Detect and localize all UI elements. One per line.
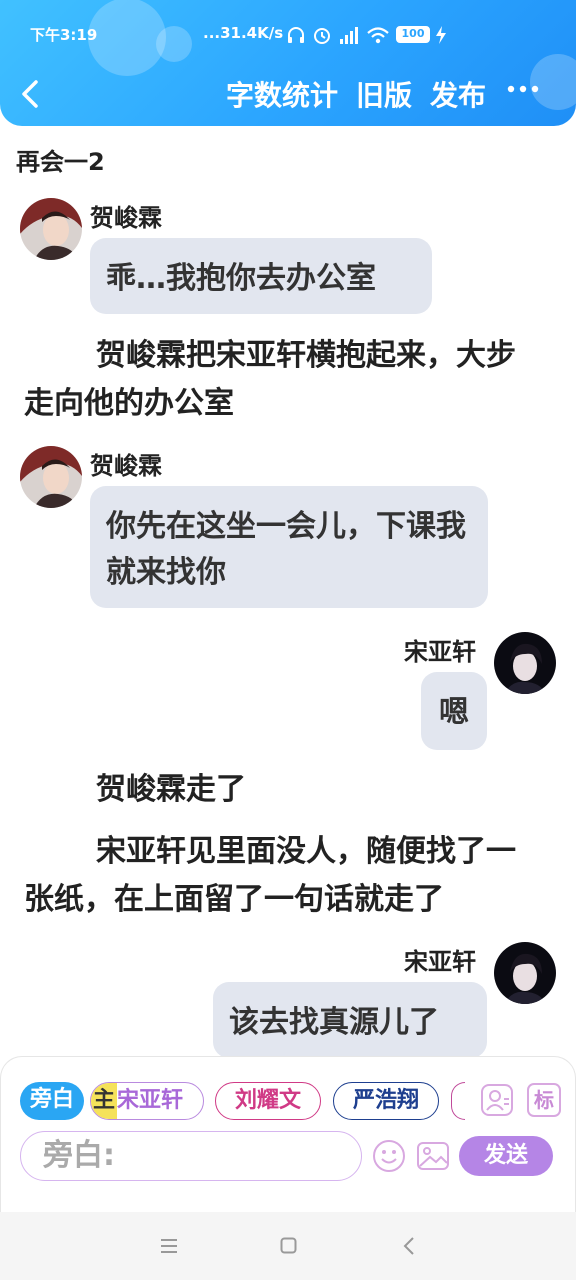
- avatar[interactable]: [20, 446, 82, 508]
- message-bubble[interactable]: 乖…我抱你去办公室: [90, 238, 432, 314]
- chapter-title: 再会一2: [16, 148, 105, 176]
- main-role-badge: 主: [91, 1083, 118, 1119]
- tag-button[interactable]: 标: [527, 1083, 561, 1117]
- sender-name: 贺峻霖: [90, 204, 162, 232]
- avatar[interactable]: [494, 632, 556, 694]
- publish-button[interactable]: 发布: [430, 76, 486, 116]
- narration-text: 宋亚轩见里面没人，随便找了一张纸，在上面留了一句话就走了: [24, 834, 516, 917]
- nav-back-icon[interactable]: [402, 1236, 416, 1256]
- message-bubble[interactable]: 嗯: [421, 672, 487, 750]
- role-chip-narrator[interactable]: 旁白: [20, 1082, 84, 1120]
- alarm-icon: [314, 28, 330, 44]
- network-speed: ...31.4K/s: [203, 24, 284, 42]
- headphones-icon: [288, 27, 304, 43]
- role-chip-partial[interactable]: [451, 1082, 465, 1120]
- battery-indicator: 100: [396, 26, 430, 43]
- narration-text: 贺峻霖走了: [96, 772, 246, 807]
- narration-input[interactable]: 旁白:: [20, 1131, 362, 1181]
- word-count-button[interactable]: 字数统计: [226, 76, 338, 116]
- image-icon[interactable]: [416, 1139, 450, 1173]
- role-chip-label: 宋亚轩: [117, 1088, 184, 1113]
- menu-icon[interactable]: [160, 1238, 178, 1254]
- sender-name: 宋亚轩: [404, 638, 476, 666]
- home-icon[interactable]: [280, 1237, 297, 1254]
- avatar[interactable]: [494, 942, 556, 1004]
- role-chip[interactable]: 严浩翔: [333, 1082, 439, 1120]
- message-bubble[interactable]: 该去找真源儿了: [213, 982, 487, 1058]
- decor-bubble: [530, 54, 576, 110]
- status-bar: 下午3:19 ...31.4K/s 100: [0, 22, 576, 48]
- emoji-icon[interactable]: [372, 1139, 406, 1173]
- role-chip-main[interactable]: 主宋亚轩: [90, 1082, 204, 1120]
- back-button[interactable]: [16, 76, 48, 112]
- charging-icon: [436, 26, 446, 44]
- role-chip[interactable]: 刘耀文: [215, 1082, 321, 1120]
- more-icon[interactable]: [506, 84, 540, 94]
- status-time: 下午3:19: [30, 26, 98, 44]
- app-header: 下午3:19 ...31.4K/s 100 字数统计 旧版 发布: [0, 0, 576, 126]
- avatar[interactable]: [20, 198, 82, 260]
- system-nav-bar: [0, 1212, 576, 1280]
- sender-name: 宋亚轩: [404, 948, 476, 976]
- narration-text: 贺峻霖把宋亚轩横抱起来，大步走向他的办公室: [24, 338, 516, 421]
- old-version-button[interactable]: 旧版: [356, 76, 412, 116]
- header-actions: 字数统计 旧版 发布: [226, 76, 486, 116]
- wifi-icon: [367, 27, 389, 44]
- send-button[interactable]: 发送: [459, 1136, 553, 1176]
- message-bubble[interactable]: 你先在这坐一会儿，下课我就来找你: [90, 486, 488, 608]
- sender-name: 贺峻霖: [90, 452, 162, 480]
- role-manage-icon[interactable]: [480, 1083, 514, 1117]
- signal-icon: [340, 27, 358, 44]
